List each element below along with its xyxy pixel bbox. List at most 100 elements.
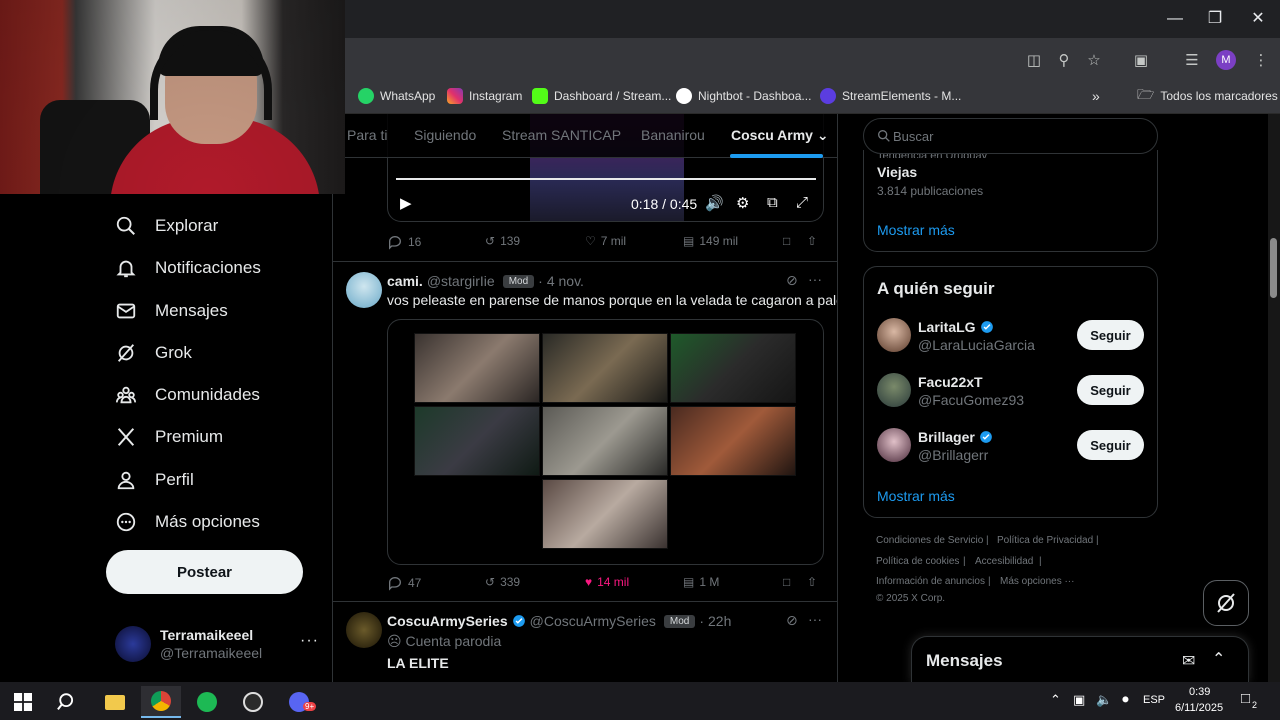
volume-icon[interactable]: 🔈	[1096, 692, 1112, 708]
volume-icon[interactable]: 🔊	[705, 194, 724, 212]
search-input[interactable]: Buscar	[863, 118, 1158, 154]
picture-in-picture-icon[interactable]: ⧉	[767, 194, 778, 211]
tweet-date[interactable]: 4 nov.	[547, 273, 584, 289]
grok-icon[interactable]: ⊘	[786, 272, 798, 289]
clock-date[interactable]: 6/11/2025	[1175, 702, 1223, 714]
fullscreen-icon[interactable]: ⤢	[796, 194, 808, 211]
video-progress-bar[interactable]	[396, 178, 816, 180]
tab-stream-santicap[interactable]: Stream SANTICAP	[502, 127, 621, 143]
play-icon[interactable]: ▶	[400, 194, 412, 212]
post-button[interactable]: Postear	[106, 550, 303, 594]
terms-link[interactable]: Condiciones de Servicio	[876, 535, 983, 546]
suggestion-name[interactable]: Brillager	[918, 429, 993, 445]
network-icon[interactable]: ▣	[1073, 692, 1085, 708]
page-scrollbar[interactable]	[1268, 114, 1280, 682]
show-more-link[interactable]: Mostrar más	[877, 222, 955, 238]
bookmarks-overflow-icon[interactable]: »	[1092, 86, 1100, 106]
minimize-icon[interactable]: —	[1163, 8, 1187, 30]
tab-para-ti[interactable]: Para ti	[347, 127, 387, 143]
avatar[interactable]	[877, 318, 911, 352]
accessibility-link[interactable]: Accesibilidad	[975, 556, 1033, 567]
tab-coscu-army[interactable]: Coscu Army ⌄	[731, 127, 829, 144]
new-message-icon[interactable]: ✉	[1182, 651, 1195, 671]
nav-mas-opciones[interactable]: Más opciones	[115, 507, 260, 537]
grok-button[interactable]	[1203, 580, 1249, 626]
install-app-icon[interactable]: ◫	[1023, 50, 1045, 72]
repost-button[interactable]: ↺ 339	[485, 575, 520, 589]
bookmark-dashboard[interactable]: Dashboard / Stream...	[532, 86, 671, 106]
more-icon[interactable]: ···	[808, 611, 822, 627]
account-switcher[interactable]: Terramaikeeel @Terramaikeeel ···	[115, 622, 325, 666]
nav-notificaciones[interactable]: Notificaciones	[115, 253, 261, 283]
privacy-link[interactable]: Política de Privacidad	[997, 535, 1093, 546]
repost-button[interactable]: ↺ 139	[485, 234, 520, 248]
messages-drawer[interactable]: Mensajes ✉ ⌃	[911, 636, 1249, 682]
tab-siguiendo[interactable]: Siguiendo	[414, 127, 476, 143]
file-explorer-icon[interactable]	[95, 686, 135, 718]
zoom-icon[interactable]: ⚲	[1053, 50, 1075, 72]
bookmark-icon[interactable]: □	[783, 575, 790, 589]
show-more-link[interactable]: Mostrar más	[877, 488, 955, 504]
follow-button[interactable]: Seguir	[1077, 375, 1144, 405]
avatar[interactable]	[346, 272, 382, 308]
more-icon[interactable]: ···	[300, 632, 319, 650]
all-bookmarks[interactable]: 🗁 Todos los marcadores	[1137, 86, 1278, 106]
menu-icon[interactable]: ⋮	[1250, 50, 1272, 72]
restore-icon[interactable]: ❐	[1203, 8, 1227, 30]
nav-grok[interactable]: Grok	[115, 338, 192, 368]
start-icon[interactable]	[3, 686, 43, 718]
grok-icon[interactable]: ⊘	[786, 612, 798, 629]
bookmark-icon[interactable]: □	[783, 234, 790, 248]
tray-overflow-icon[interactable]: ⌃	[1050, 692, 1061, 708]
tweet-date[interactable]: 22h	[708, 613, 731, 629]
microphone-icon[interactable]: ⚫	[1120, 692, 1131, 708]
chevron-down-icon[interactable]: ⌄	[817, 127, 829, 143]
views-button[interactable]: ▤ 149 mil	[683, 234, 738, 248]
video-grid-media[interactable]	[387, 319, 824, 565]
nav-mensajes[interactable]: Mensajes	[115, 296, 228, 326]
bookmark-star-icon[interactable]: ☆	[1083, 50, 1105, 72]
extensions-icon[interactable]: ▣	[1130, 50, 1152, 72]
bookmark-instagram[interactable]: Instagram	[447, 86, 522, 106]
clock-time[interactable]: 0:39	[1189, 686, 1210, 698]
suggestion-name[interactable]: LaritaLG	[918, 319, 994, 335]
media-control-icon[interactable]: ☰	[1181, 50, 1203, 72]
ads-info-link[interactable]: Información de anuncios	[876, 576, 985, 587]
follow-button[interactable]: Seguir	[1077, 320, 1144, 350]
settings-gear-icon[interactable]: ⚙	[736, 194, 749, 212]
more-options-link[interactable]: Más opciones ···	[1000, 576, 1074, 587]
search-icon[interactable]	[48, 686, 88, 718]
nav-perfil[interactable]: Perfil	[115, 465, 194, 495]
reply-button[interactable]: 16	[387, 234, 421, 250]
trend-name[interactable]: Viejas	[877, 164, 917, 180]
more-icon[interactable]: ···	[808, 271, 822, 287]
like-button[interactable]: ♥ 14 mil	[585, 575, 629, 589]
avatar[interactable]	[877, 428, 911, 462]
nav-comunidades[interactable]: Comunidades	[115, 380, 260, 410]
bookmark-streamelements[interactable]: StreamElements - M...	[820, 86, 961, 106]
spotify-icon[interactable]	[187, 686, 227, 718]
avatar[interactable]	[346, 612, 382, 648]
suggestion-name[interactable]: Facu22xT	[918, 374, 983, 390]
reply-button[interactable]: 47	[387, 575, 421, 591]
share-icon[interactable]: ⇧	[807, 575, 817, 589]
close-icon[interactable]: ✕	[1246, 8, 1270, 30]
follow-button[interactable]: Seguir	[1077, 430, 1144, 460]
discord-icon[interactable]: 9+	[279, 686, 319, 718]
like-button[interactable]: ♡ 7 mil	[585, 234, 626, 248]
profile-avatar[interactable]: M	[1216, 50, 1236, 70]
tab-bananirou[interactable]: Bananirou	[641, 127, 705, 143]
avatar[interactable]	[877, 373, 911, 407]
chrome-icon[interactable]	[141, 686, 181, 718]
nav-explorar[interactable]: Explorar	[115, 211, 218, 241]
bookmark-nightbot[interactable]: Nightbot - Dashboa...	[676, 86, 811, 106]
nav-premium[interactable]: Premium	[115, 422, 223, 452]
expand-icon[interactable]: ⌃	[1212, 649, 1225, 669]
language-indicator[interactable]: ESP	[1143, 694, 1165, 706]
notifications-icon[interactable]: □	[1241, 690, 1250, 707]
share-icon[interactable]: ⇧	[807, 234, 817, 248]
scrollbar-thumb[interactable]	[1270, 238, 1277, 298]
bookmark-whatsapp[interactable]: WhatsApp	[358, 86, 435, 106]
cookies-link[interactable]: Política de cookies	[876, 556, 959, 567]
views-button[interactable]: ▤ 1 M	[683, 575, 719, 589]
